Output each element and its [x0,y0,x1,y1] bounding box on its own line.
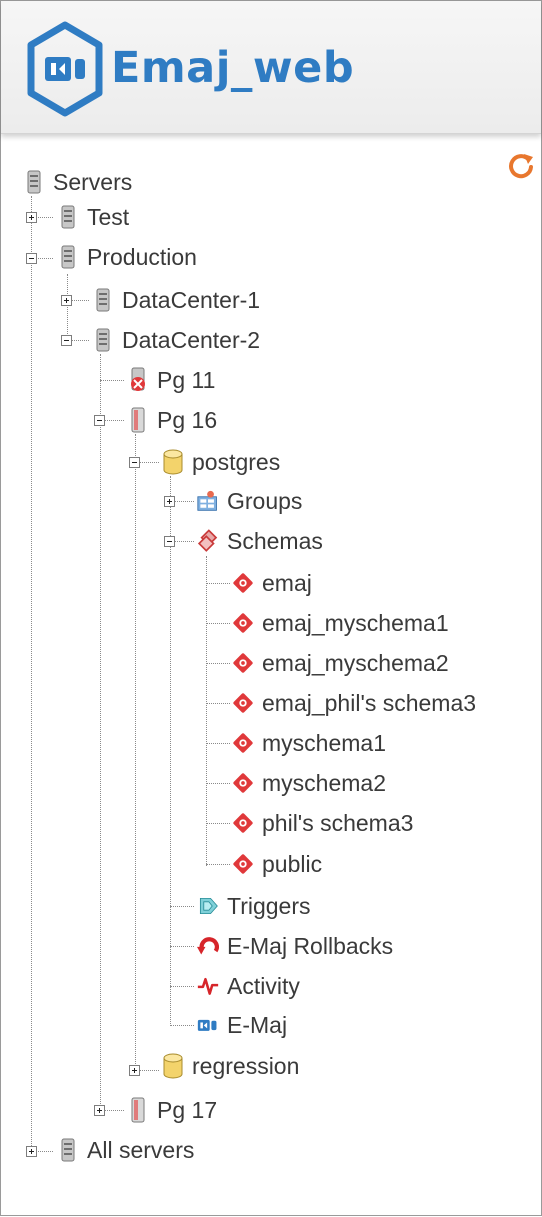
expand-toggle-datacenter1[interactable] [61,295,72,306]
tree-node-schema[interactable]: phil's schema3 [232,807,413,839]
collapse-toggle-pg16[interactable] [94,415,105,426]
tree-line [31,196,32,1146]
expand-toggle-regression[interactable] [129,1065,140,1076]
server-icon [23,169,45,195]
tree-node-schema[interactable]: emaj_myschema2 [232,647,449,679]
collapse-toggle-schemas[interactable] [164,536,175,547]
tree-node-label: phil's schema3 [262,809,414,836]
db-instance-icon [127,407,149,433]
tree-node-test[interactable]: Test [57,201,129,233]
tree-node-label: Servers [53,168,133,195]
tree-line [170,476,171,1026]
tree-node-label: Activity [227,972,300,999]
tree-line [135,434,136,1074]
tree-node-label: E-Maj Rollbacks [227,932,394,959]
tree-node-label: Schemas [227,527,323,554]
tree-node-label: myschema1 [262,729,386,756]
server-offline-icon [127,367,149,393]
tree-node-schema[interactable]: myschema2 [232,767,386,799]
schema-icon [232,770,254,796]
activity-icon [197,973,219,999]
tree-node-schema[interactable]: public [232,848,322,880]
tree-node-schema[interactable]: emaj_myschema1 [232,607,449,639]
tree-line [67,274,68,344]
tree-node-label: emaj_myschema2 [262,649,449,676]
tree-node-label: E-Maj [227,1011,288,1038]
collapse-toggle-datacenter2[interactable] [61,335,72,346]
groups-icon [197,488,219,514]
tree-node-regression[interactable]: regression [162,1050,299,1082]
server-icon [57,1137,79,1163]
schema-icon [232,610,254,636]
tree-node-triggers[interactable]: Triggers [197,890,311,922]
server-tree: Servers Test Production DataCenter-1 Dat… [1,1,542,1217]
server-icon [57,204,79,230]
triggers-icon [197,893,219,919]
tree-node-label: Pg 16 [157,406,218,433]
expand-toggle-all-servers[interactable] [26,1146,37,1157]
tree-node-schemas[interactable]: Schemas [197,525,323,557]
tree-line [206,556,207,866]
tree-node-emaj[interactable]: E-Maj [197,1009,287,1041]
tree-node-label: emaj_phil's schema3 [262,689,477,716]
schemas-icon [197,528,219,554]
schema-icon [232,570,254,596]
database-icon [162,1053,184,1079]
emaj-icon [197,1012,219,1038]
tree-node-schema[interactable]: emaj [232,567,312,599]
tree-node-label: emaj_myschema1 [262,609,449,636]
schema-icon [232,810,254,836]
tree-node-label: Pg 17 [157,1096,218,1123]
tree-node-schema[interactable]: emaj_phil's schema3 [232,687,476,719]
tree-node-schema[interactable]: myschema1 [232,727,386,759]
schema-icon [232,690,254,716]
tree-node-label: postgres [192,448,281,475]
tree-node-label: myschema2 [262,769,386,796]
tree-node-label: Production [87,243,197,270]
collapse-toggle-production[interactable] [26,253,37,264]
tree-node-label: public [262,850,323,877]
tree-node-groups[interactable]: Groups [197,485,302,517]
db-instance-icon [127,1097,149,1123]
tree-node-label: Groups [227,487,303,514]
tree-node-production[interactable]: Production [57,241,197,273]
schema-icon [232,650,254,676]
server-icon [57,244,79,270]
tree-node-label: regression [192,1052,300,1079]
tree-node-label: DataCenter-2 [122,326,261,353]
tree-node-label: All servers [87,1136,195,1163]
tree-node-activity[interactable]: Activity [197,970,300,1002]
expand-toggle-pg17[interactable] [94,1105,105,1116]
tree-node-datacenter1[interactable]: DataCenter-1 [92,284,260,316]
schema-icon [232,730,254,756]
tree-line [100,354,101,1114]
tree-node-datacenter2[interactable]: DataCenter-2 [92,324,260,356]
rollback-icon [197,933,219,959]
server-icon [92,287,114,313]
collapse-toggle-postgres[interactable] [129,457,140,468]
tree-node-servers[interactable]: Servers [23,166,132,198]
expand-toggle-groups[interactable] [164,496,175,507]
database-icon [162,449,184,475]
tree-node-label: Triggers [227,892,311,919]
schema-icon [232,851,254,877]
tree-node-label: emaj [262,569,312,596]
tree-node-rollbacks[interactable]: E-Maj Rollbacks [197,930,393,962]
tree-node-label: Test [87,203,130,230]
tree-node-pg17[interactable]: Pg 17 [127,1094,217,1126]
tree-node-label: DataCenter-1 [122,286,261,313]
tree-node-pg11[interactable]: Pg 11 [127,364,215,396]
tree-node-postgres[interactable]: postgres [162,446,280,478]
tree-node-all-servers[interactable]: All servers [57,1134,194,1166]
tree-node-pg16[interactable]: Pg 16 [127,404,217,436]
tree-node-label: Pg 11 [157,366,216,393]
server-icon [92,327,114,353]
expand-toggle-test[interactable] [26,212,37,223]
